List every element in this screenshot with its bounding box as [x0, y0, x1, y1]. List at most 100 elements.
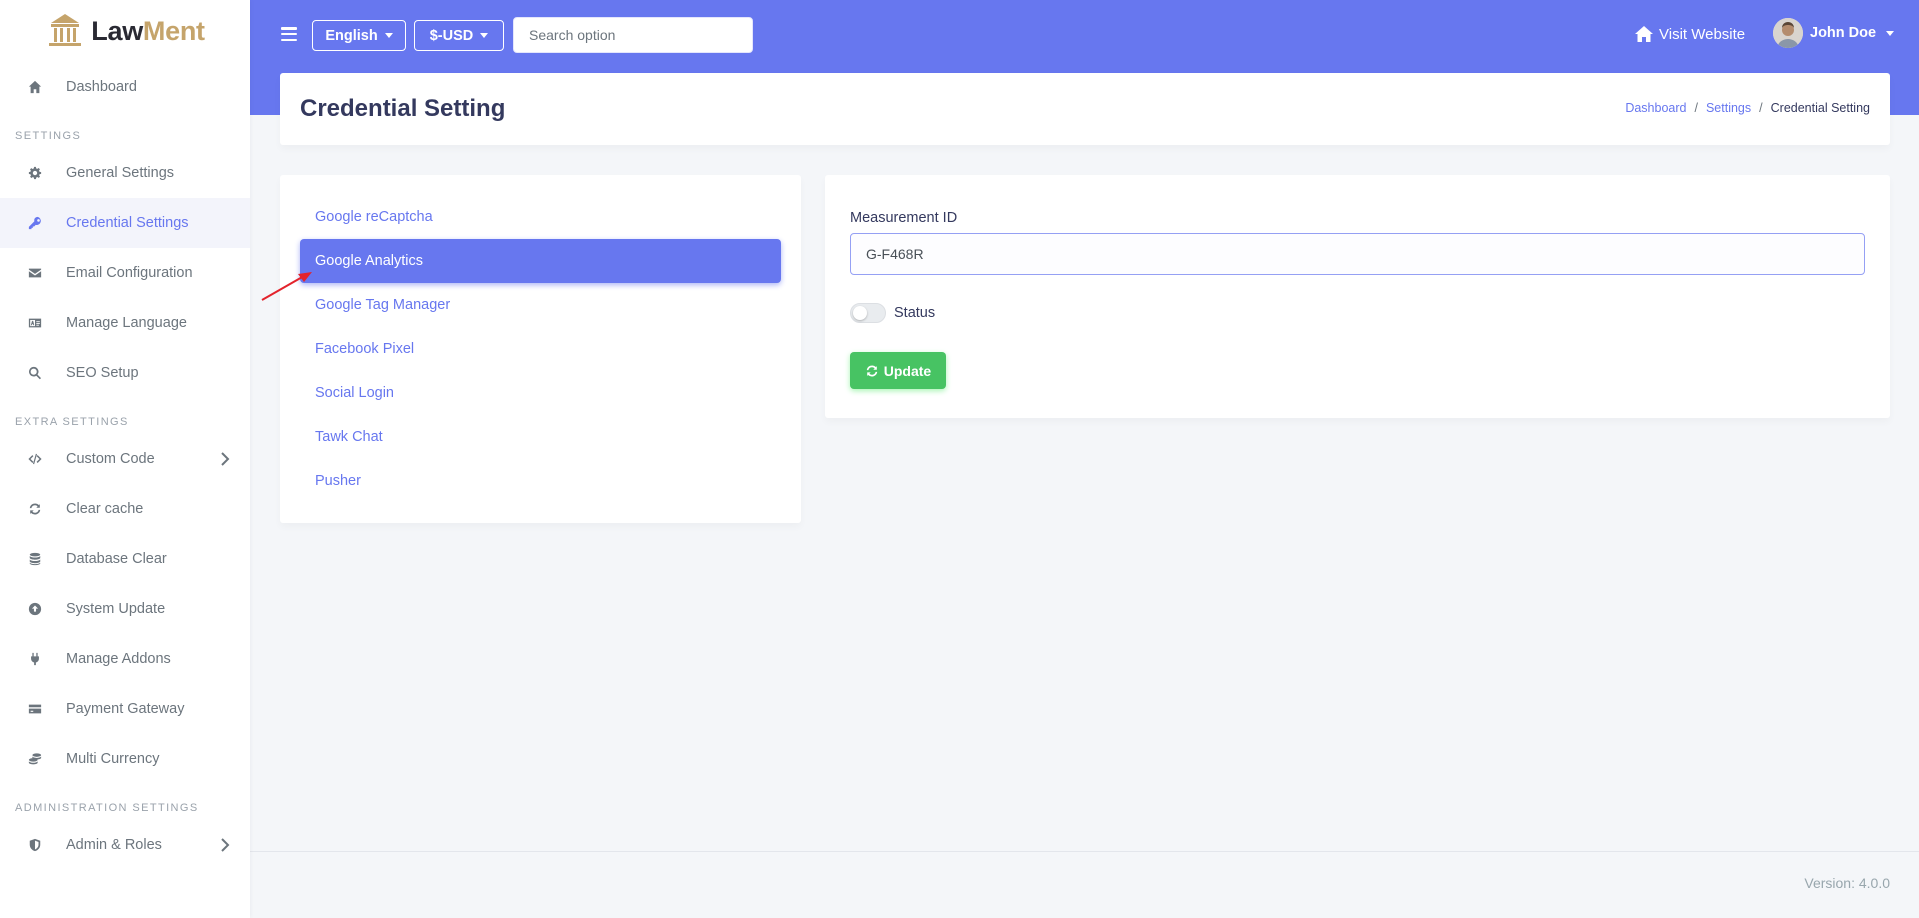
avatar: [1773, 18, 1803, 48]
caret-down-icon: [1886, 30, 1895, 36]
status-label: Status: [894, 305, 936, 321]
database-icon: [28, 552, 42, 566]
breadcrumb-dashboard[interactable]: Dashboard: [1625, 101, 1686, 115]
version-text: Version: 4.0.0: [1804, 875, 1890, 891]
sidebar-item-multi-currency[interactable]: Multi Currency: [0, 734, 250, 784]
breadcrumb-settings[interactable]: Settings: [1706, 101, 1751, 115]
language-icon: [28, 316, 42, 330]
menu-header-extra-settings: EXTRA SETTINGS: [15, 416, 129, 428]
hamburger-menu-icon[interactable]: [281, 27, 297, 41]
breadcrumb-separator: /: [1759, 101, 1763, 115]
sidebar-item-label: Manage Addons: [66, 651, 171, 667]
brand-name-part1: Law: [91, 15, 143, 46]
visit-website-link[interactable]: Visit Website: [1634, 22, 1745, 46]
footer-divider: [250, 851, 1919, 852]
code-icon: [28, 452, 42, 466]
user-name: John Doe: [1810, 25, 1877, 41]
toggle-knob: [853, 306, 867, 320]
credit-card-icon: [28, 702, 42, 716]
menu-header-settings: SETTINGS: [15, 130, 82, 142]
measurement-id-input[interactable]: [850, 233, 1865, 275]
law-pillar-logo-icon: [49, 14, 82, 46]
currency-dropdown[interactable]: $-USD: [414, 20, 504, 51]
sidebar-item-label: Dashboard: [66, 79, 137, 95]
hamburger-line: [281, 32, 297, 36]
tab-google-analytics[interactable]: Google Analytics: [300, 239, 781, 283]
brand-name-part2: Ment: [142, 15, 205, 46]
credential-tabs-card: Google reCaptcha Google Analytics Google…: [280, 175, 801, 523]
menu-header-administration-settings: ADMINISTRATION SETTINGS: [15, 802, 199, 814]
brand-name: LawMent: [91, 15, 205, 47]
currency-dropdown-label: $-USD: [429, 27, 474, 44]
tab-social-login[interactable]: Social Login: [300, 371, 781, 415]
sidebar-item-label: Custom Code: [66, 451, 155, 467]
breadcrumb: Dashboard / Settings / Credential Settin…: [1625, 101, 1870, 115]
breadcrumb-separator: /: [1694, 101, 1698, 115]
section-header: Credential Setting Dashboard / Settings …: [280, 73, 1890, 145]
sidebar-item-label: SEO Setup: [66, 365, 139, 381]
sidebar-item-label: Payment Gateway: [66, 701, 185, 717]
user-menu[interactable]: John Doe: [1773, 18, 1895, 48]
status-toggle[interactable]: [850, 303, 886, 323]
gear-icon: [28, 166, 42, 180]
sidebar-item-manage-addons[interactable]: Manage Addons: [0, 634, 250, 684]
sidebar: LawMent Dashboard SETTINGS General Setti…: [0, 0, 250, 918]
key-icon: [28, 216, 42, 230]
tab-pusher[interactable]: Pusher: [300, 459, 781, 503]
update-button[interactable]: Update: [850, 352, 946, 389]
user-avatar-icon: [1773, 18, 1803, 48]
sidebar-item-label: Database Clear: [66, 551, 167, 567]
measurement-id-label: Measurement ID: [850, 210, 958, 226]
coins-icon: [28, 752, 42, 766]
shield-icon: [28, 838, 42, 852]
refresh-icon: [28, 502, 42, 516]
language-dropdown-label: English: [325, 27, 378, 44]
envelope-icon: [28, 266, 42, 280]
sidebar-item-dashboard[interactable]: Dashboard: [0, 62, 250, 112]
home-icon: [28, 80, 42, 94]
tab-tawk-chat[interactable]: Tawk Chat: [300, 415, 781, 459]
google-analytics-form-card: Measurement ID Status Update: [825, 175, 1890, 418]
caret-down-icon: [384, 33, 393, 38]
top-navbar: English $-USD Visit Website John Doe: [250, 0, 1919, 70]
hamburger-line: [281, 27, 297, 30]
chevron-right-icon: [220, 452, 230, 466]
tab-google-tag-manager[interactable]: Google Tag Manager: [300, 283, 781, 327]
sidebar-item-label: Clear cache: [66, 501, 144, 517]
sidebar-item-manage-language[interactable]: Manage Language: [0, 298, 250, 348]
hamburger-line: [281, 38, 297, 41]
annotation-arrow-icon: [261, 272, 312, 301]
sidebar-item-seo-setup[interactable]: SEO Setup: [0, 348, 250, 398]
sidebar-item-credential-settings[interactable]: Credential Settings: [0, 198, 250, 248]
search-icon: [28, 366, 42, 380]
sidebar-item-clear-cache[interactable]: Clear cache: [0, 484, 250, 534]
refresh-icon: [866, 364, 878, 377]
search-input[interactable]: [513, 17, 753, 53]
tab-facebook-pixel[interactable]: Facebook Pixel: [300, 327, 781, 371]
sidebar-item-database-clear[interactable]: Database Clear: [0, 534, 250, 584]
home-icon: [1635, 26, 1653, 42]
sidebar-item-label: Credential Settings: [66, 215, 189, 231]
sidebar-item-system-update[interactable]: System Update: [0, 584, 250, 634]
sidebar-item-email-configuration[interactable]: Email Configuration: [0, 248, 250, 298]
tab-google-recaptcha[interactable]: Google reCaptcha: [300, 195, 781, 239]
sidebar-item-label: System Update: [66, 601, 166, 617]
sidebar-item-custom-code[interactable]: Custom Code: [0, 434, 250, 484]
sidebar-item-label: Multi Currency: [66, 751, 160, 767]
update-button-label: Update: [883, 362, 932, 379]
sidebar-item-label: General Settings: [66, 165, 175, 181]
sidebar-item-label: Admin & Roles: [66, 837, 162, 853]
plug-icon: [28, 652, 42, 666]
upload-circle-icon: [28, 602, 42, 616]
page-title: Credential Setting: [300, 95, 506, 122]
caret-down-icon: [480, 33, 489, 38]
breadcrumb-current: Credential Setting: [1770, 101, 1870, 115]
visit-website-label: Visit Website: [1659, 25, 1746, 43]
language-dropdown[interactable]: English: [312, 20, 406, 51]
sidebar-item-label: Manage Language: [66, 315, 187, 331]
sidebar-item-general-settings[interactable]: General Settings: [0, 148, 250, 198]
brand-logo[interactable]: LawMent: [0, 0, 250, 62]
sidebar-item-admin-roles[interactable]: Admin & Roles: [0, 820, 250, 870]
sidebar-item-payment-gateway[interactable]: Payment Gateway: [0, 684, 250, 734]
sidebar-item-label: Email Configuration: [66, 265, 193, 281]
